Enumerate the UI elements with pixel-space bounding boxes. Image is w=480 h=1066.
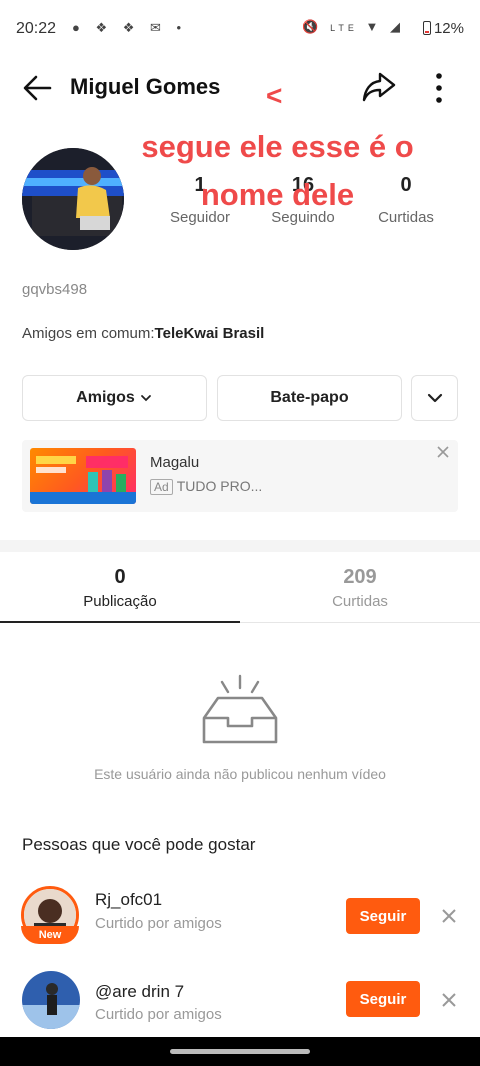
ad-title: Magalu [150, 454, 200, 471]
mutual-friend-name: TeleKwai Brasil [154, 325, 265, 342]
ad-badge: Ad [150, 479, 173, 495]
dismiss-suggestion-2[interactable] [438, 989, 460, 1011]
status-time: 20:22 [16, 20, 57, 37]
chevron-down-icon [427, 393, 442, 403]
suggestions-title: Pessoas que você pode gostar [22, 835, 256, 854]
close-icon [442, 993, 456, 1007]
ad-subtitle-row: Ad TUDO PRO... [150, 478, 262, 495]
empty-box-icon [200, 672, 280, 748]
notification-icons: ● ❖ ❖ ✉ • [72, 20, 188, 35]
mutual-friends-label: Amigos em comum: [22, 325, 155, 342]
suggestion-subtitle-2: Curtido por amigos [95, 1006, 222, 1023]
follow-button-1[interactable]: Seguir [346, 898, 420, 934]
signal-icons: 🔇 LTE ▼ ◢ [302, 19, 404, 34]
friends-button-label: Amigos [76, 389, 135, 406]
tab-posts-label: Publicação [83, 593, 157, 610]
chat-button[interactable]: Bate-papo [217, 375, 402, 421]
follow-button-2[interactable]: Seguir [346, 981, 420, 1017]
user-handle: gqvbs498 [22, 281, 88, 298]
battery-percent: 12% [433, 20, 464, 37]
arrow-left-icon [23, 75, 52, 101]
overlay-arrow: < [266, 80, 283, 111]
friends-button[interactable]: Amigos [22, 375, 207, 421]
network-label: LTE [330, 23, 358, 33]
dismiss-suggestion-1[interactable] [438, 905, 460, 927]
close-icon [437, 446, 449, 458]
chevron-down-icon [140, 395, 151, 402]
suggestion-name-1[interactable]: Rj_ofc01 [95, 890, 162, 910]
status-bar: 20:22 ● ❖ ❖ ✉ • 🔇 LTE ▼ ◢ 12% [0, 0, 480, 58]
empty-state-text: Este usuário ainda não publicou nenhum v… [94, 766, 386, 782]
home-gesture-handle[interactable] [170, 1049, 310, 1054]
tab-posts-count: 0 [114, 566, 126, 588]
ad-banner[interactable]: Magalu Ad TUDO PRO... [22, 440, 458, 512]
tab-likes-count: 209 [343, 566, 377, 588]
suggestion-subtitle-1: Curtido por amigos [95, 915, 222, 932]
ad-close-button[interactable] [434, 444, 452, 462]
page-title: Miguel Gomes [70, 74, 221, 99]
system-nav-bar [0, 1037, 480, 1066]
suggestion-avatar-2[interactable] [22, 971, 80, 1029]
ad-image [30, 448, 136, 504]
more-vertical-icon [436, 73, 442, 103]
chat-button-label: Bate-papo [270, 389, 349, 406]
overlay-text-line2: nome dele [200, 177, 355, 212]
new-badge: New [21, 926, 79, 944]
active-tab-indicator [0, 621, 240, 623]
tab-posts[interactable]: 0 Publicação [0, 566, 240, 610]
mutual-friends[interactable]: Amigos em comum:TeleKwai Brasil [22, 325, 264, 342]
expand-suggestions-button[interactable] [411, 375, 458, 421]
close-icon [442, 909, 456, 923]
share-button[interactable] [360, 68, 398, 106]
more-options-button[interactable] [426, 70, 452, 106]
section-divider [0, 540, 480, 552]
battery-indicator: 12% [422, 20, 464, 37]
suggestion-name-2[interactable]: @are drin 7 [95, 982, 184, 1002]
back-button[interactable] [20, 70, 56, 106]
ad-subtitle: TUDO PRO... [176, 478, 263, 494]
battery-icon [422, 21, 431, 35]
overlay-text-line1: segue ele esse é o [141, 129, 414, 164]
avatar-photo [22, 971, 80, 1029]
tab-likes[interactable]: 209 Curtidas [240, 566, 480, 610]
tab-likes-label: Curtidas [332, 593, 388, 610]
share-icon [362, 72, 396, 102]
